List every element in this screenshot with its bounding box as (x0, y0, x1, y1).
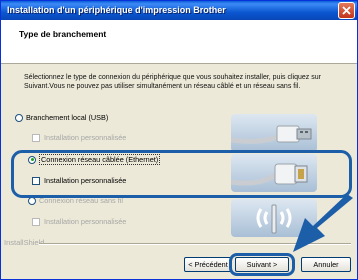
close-button[interactable] (338, 2, 355, 19)
pointer-arrow-icon (293, 194, 353, 252)
radio-usb[interactable] (15, 113, 23, 122)
option-usb-custom-label: Installation personnalisée (44, 133, 127, 142)
cancel-button[interactable]: Annuler (301, 257, 351, 272)
option-usb[interactable]: Branchement local (USB) (15, 113, 108, 122)
next-button[interactable]: Suivant > (235, 257, 289, 272)
installer-window: Installation d'un périphérique d'impress… (0, 0, 358, 280)
window-title: Installation d'un périphérique d'impress… (7, 5, 226, 15)
option-usb-custom: Installation personnalisée (32, 133, 126, 142)
instructions-text: Sélectionnez le type de connexion du pér… (24, 74, 321, 90)
checkbox-wireless-custom (32, 217, 40, 226)
option-wireless-custom: Installation personnalisée (32, 217, 126, 226)
usb-image (231, 114, 317, 152)
back-button[interactable]: < Précédent (184, 257, 232, 272)
page-title: Type de branchement (19, 29, 107, 39)
option-usb-label: Branchement local (USB) (26, 113, 109, 122)
ethernet-highlight-frame (11, 150, 352, 198)
option-wireless-custom-label: Installation personnalisée (44, 217, 127, 226)
close-icon (342, 6, 351, 15)
usb-cable-icon (231, 125, 312, 144)
checkbox-usb-custom (32, 133, 40, 142)
page-header: Type de branchement (1, 20, 357, 64)
title-bar: Installation d'un périphérique d'impress… (1, 1, 357, 20)
